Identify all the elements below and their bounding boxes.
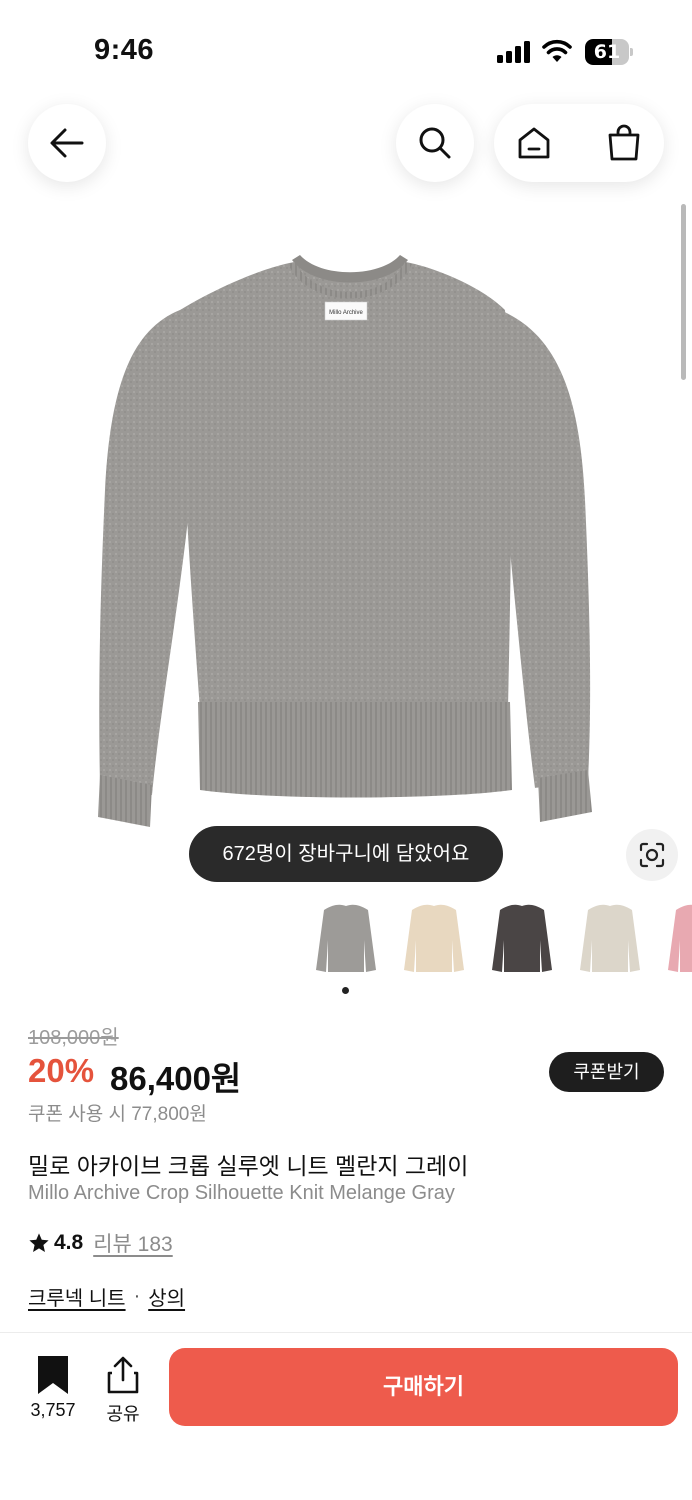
buy-button[interactable]: 구매하기 (169, 1348, 678, 1426)
product-title-english: Millo Archive Crop Silhouette Knit Melan… (28, 1182, 455, 1204)
search-icon (419, 127, 451, 159)
scrollbar[interactable] (681, 204, 686, 380)
home-icon (518, 127, 550, 159)
sale-price: 86,400원 (110, 1060, 242, 1097)
camera-lens-icon (639, 842, 665, 868)
category-link-tops[interactable]: 상의 (148, 1282, 185, 1311)
coupon-button[interactable]: 쿠폰받기 (549, 1052, 664, 1092)
search-button[interactable] (396, 104, 474, 182)
nav-pill (494, 104, 664, 182)
category-link-crewneck[interactable]: 크루넥 니트 (28, 1282, 126, 1311)
color-thumbnails (310, 900, 692, 980)
bookmark-icon (38, 1356, 68, 1394)
status-bar: 9:46 61 (0, 0, 692, 100)
share-label: 공유 (106, 1404, 140, 1424)
product-title: 밀로 아카이브 크롭 실루엣 니트 멜란지 그레이 (28, 1153, 469, 1179)
cart-count-toast: 672명이 장바구니에 담았어요 (189, 826, 503, 882)
divider (0, 1332, 692, 1333)
wifi-icon (542, 39, 572, 62)
shopping-bag-icon (608, 124, 640, 161)
arrow-left-icon (50, 128, 84, 158)
thumbnail-gray[interactable] (310, 900, 382, 980)
battery-indicator: 61 (585, 39, 633, 65)
thumbnail-beige[interactable] (398, 900, 470, 980)
coupon-price: 쿠폰 사용 시 77,800원 (28, 1104, 207, 1125)
status-time: 9:46 (94, 34, 155, 66)
battery-level: 61 (593, 41, 621, 63)
carousel-indicator (342, 987, 349, 994)
share-button[interactable]: 공유 (100, 1354, 146, 1424)
bookmark-button[interactable]: 3,757 (26, 1354, 80, 1424)
thumbnail-pink[interactable] (662, 900, 692, 980)
bookmark-count: 3,757 (30, 1400, 76, 1420)
review-link[interactable]: 리뷰 183 (93, 1228, 173, 1258)
brand-tag: Millo Archive (329, 310, 363, 316)
rating-row: 4.8 리뷰 183 (28, 1229, 173, 1257)
star-icon (29, 1233, 49, 1252)
breadcrumb: 크루넥 니트 · 상의 (28, 1282, 185, 1311)
product-image[interactable]: Millo Archive (60, 240, 640, 840)
rating-value: 4.8 (54, 1231, 84, 1254)
cart-button[interactable] (594, 104, 654, 182)
cellular-signal-icon (497, 41, 530, 63)
back-button[interactable] (28, 104, 106, 182)
image-search-button[interactable] (626, 829, 678, 881)
category-separator: · (133, 1285, 141, 1307)
share-icon (107, 1356, 139, 1394)
thumbnail-charcoal[interactable] (486, 900, 558, 980)
thumbnail-oatmeal[interactable] (574, 900, 646, 980)
original-price: 108,000원 (28, 1027, 119, 1049)
discount-rate: 20% (28, 1052, 95, 1089)
home-button[interactable] (504, 104, 564, 182)
